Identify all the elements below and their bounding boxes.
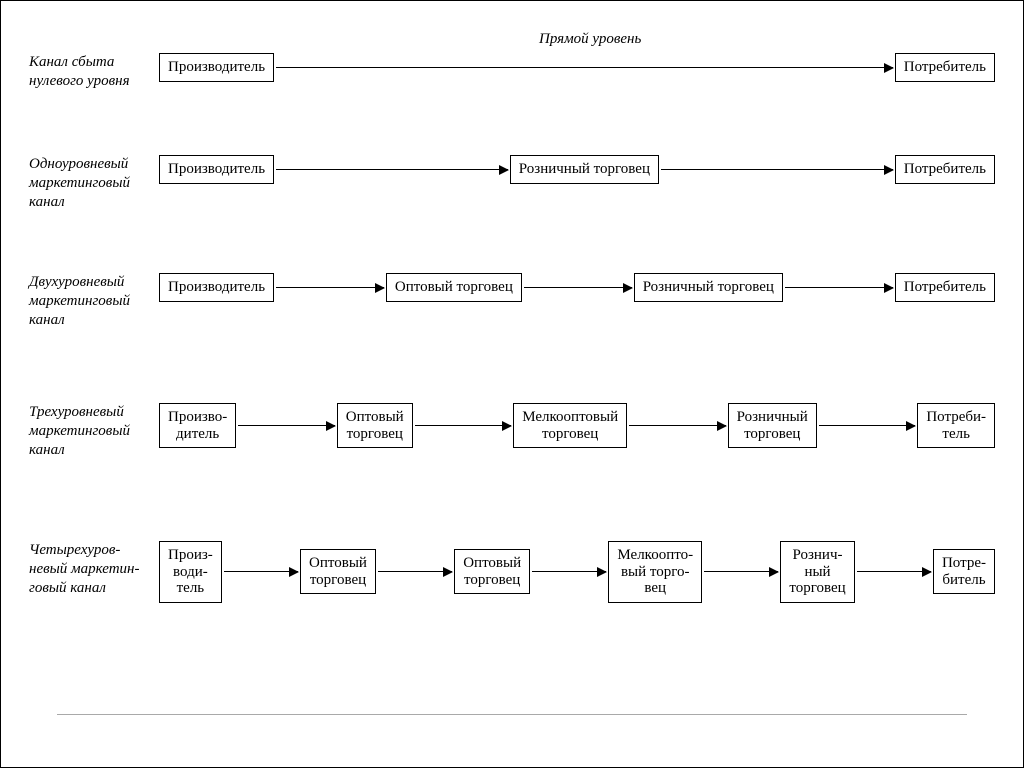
node-box: Потребитель [895, 273, 995, 302]
node-box: Производитель [159, 53, 274, 82]
arrow-icon [524, 287, 632, 288]
row-label: Двухуровневый маркетинговый канал [29, 273, 151, 329]
node-box: Мелкоопто- вый торго- вец [608, 541, 702, 603]
node-box: Оптовый торговец [386, 273, 522, 302]
node-box: Оптовый торговец [454, 549, 530, 594]
node-box: Розничный торговец [728, 403, 817, 448]
arrow-icon [378, 571, 452, 572]
row-caption: Прямой уровень [539, 31, 641, 48]
node-box: Мелкооптовый торговец [513, 403, 627, 448]
row-label: Одноуровневый маркетинговый канал [29, 155, 151, 211]
node-box: Производитель [159, 273, 274, 302]
arrow-icon [415, 425, 512, 426]
node-box: Произво- дитель [159, 403, 236, 448]
row-chain: Производитель Оптовый торговец Розничный… [159, 273, 995, 302]
arrow-icon [661, 169, 893, 170]
arrow-icon [238, 425, 335, 426]
row-chain: Производитель Розничный торговец Потреби… [159, 155, 995, 184]
arrow-icon [276, 67, 893, 68]
arrow-icon [276, 287, 384, 288]
row-chain: Произво- дитель Оптовый торговец Мелкооп… [159, 403, 995, 448]
arrow-icon [629, 425, 726, 426]
arrow-icon [276, 169, 508, 170]
node-box: Производитель [159, 155, 274, 184]
node-box: Розничный торговец [510, 155, 659, 184]
arrow-icon [857, 571, 931, 572]
node-box: Рознич- ный торговец [780, 541, 854, 603]
arrow-icon [704, 571, 778, 572]
diagram-frame: Канал сбыта нулевого уровня Прямой урове… [0, 0, 1024, 768]
node-box: Потребитель [895, 155, 995, 184]
row-label: Четырехуров-невый маркетин-говый канал [29, 541, 151, 597]
arrow-icon [224, 571, 298, 572]
row-chain: Прямой уровень Производитель Потребитель [159, 53, 995, 82]
node-box: Потре- битель [933, 549, 995, 594]
node-box: Потреби- тель [917, 403, 995, 448]
divider-line [57, 714, 967, 715]
row-label: Канал сбыта нулевого уровня [29, 53, 151, 91]
diagram-inner: Канал сбыта нулевого уровня Прямой урове… [29, 25, 995, 747]
node-box: Произ- води- тель [159, 541, 222, 603]
node-box: Оптовый торговец [337, 403, 413, 448]
node-box: Розничный торговец [634, 273, 783, 302]
arrow-icon [532, 571, 606, 572]
arrow-icon [819, 425, 916, 426]
node-box: Потребитель [895, 53, 995, 82]
arrow-icon [785, 287, 893, 288]
node-box: Оптовый торговец [300, 549, 376, 594]
row-label: Трехуровневый маркетинговый канал [29, 403, 151, 459]
row-chain: Произ- води- тель Оптовый торговец Оптов… [159, 541, 995, 603]
